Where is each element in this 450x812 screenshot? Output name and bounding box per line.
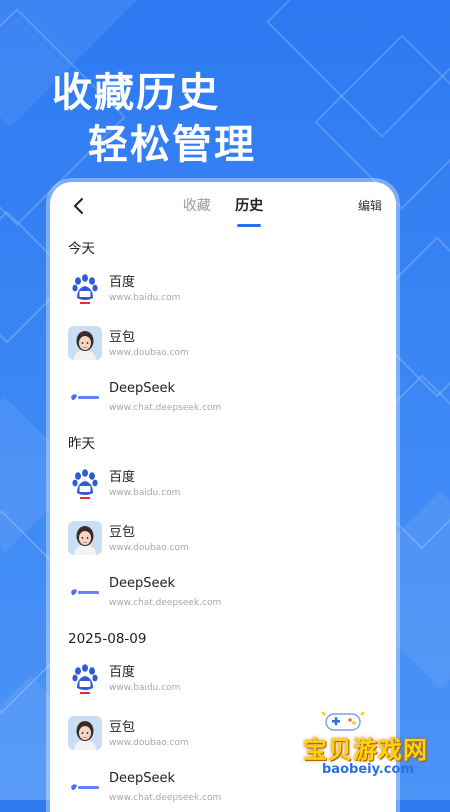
item-name: DeepSeek <box>109 381 176 396</box>
doubao-avatar-icon <box>68 521 102 555</box>
deepseek-logo-icon <box>68 381 102 415</box>
tab-favorites[interactable]: 收藏 <box>183 195 211 215</box>
item-url: www.doubao.com <box>109 543 189 553</box>
baidu-paw-icon <box>68 466 102 500</box>
item-name: 豆包 <box>109 525 136 540</box>
history-item[interactable]: 豆包 www.doubao.com <box>50 510 396 565</box>
section-title: 昨天 <box>68 436 95 452</box>
item-name: DeepSeek <box>109 576 176 591</box>
edit-button[interactable]: 编辑 <box>358 197 382 214</box>
item-name: 百度 <box>109 470 136 485</box>
headline: 收藏历史 轻松管理 <box>52 70 256 168</box>
item-name: 百度 <box>109 275 136 290</box>
history-item[interactable]: DeepSeek www.chat.deepseek.com <box>50 370 396 425</box>
item-url: www.baidu.com <box>109 683 181 693</box>
item-url: www.chat.deepseek.com <box>109 793 222 803</box>
item-url: www.baidu.com <box>109 293 181 303</box>
watermark: 宝贝游戏网 baobeiy.com <box>286 711 436 778</box>
headline-line-2: 轻松管理 <box>88 122 256 168</box>
item-url: www.chat.deepseek.com <box>109 598 222 608</box>
doubao-avatar-icon <box>68 716 102 750</box>
item-name: 豆包 <box>109 330 136 345</box>
watermark-title: 宝贝游戏网 <box>303 736 428 764</box>
item-url: www.doubao.com <box>109 348 189 358</box>
tabs: 收藏 历史 <box>50 195 396 227</box>
tab-history[interactable]: 历史 <box>235 195 263 227</box>
item-url: www.chat.deepseek.com <box>109 403 222 413</box>
item-url: www.baidu.com <box>109 488 181 498</box>
item-url: www.doubao.com <box>109 738 189 748</box>
watermark-url: baobeiy.com <box>322 762 414 777</box>
deepseek-logo-icon <box>68 576 102 610</box>
doubao-avatar-icon <box>68 326 102 360</box>
history-item[interactable]: 豆包 www.doubao.com <box>50 315 396 370</box>
top-bar: 收藏 历史 编辑 <box>50 182 396 230</box>
section-title: 2025-08-09 <box>68 631 147 647</box>
baidu-paw-icon <box>68 661 102 695</box>
headline-line-1: 收藏历史 <box>52 70 220 116</box>
history-item[interactable]: 百度 www.baidu.com <box>50 650 396 705</box>
section-title: 今天 <box>68 241 95 257</box>
history-item[interactable]: DeepSeek www.chat.deepseek.com <box>50 565 396 620</box>
item-name: 百度 <box>109 665 136 680</box>
item-name: DeepSeek <box>109 771 176 786</box>
history-item[interactable]: 百度 www.baidu.com <box>50 260 396 315</box>
history-item[interactable]: 百度 www.baidu.com <box>50 455 396 510</box>
item-name: 豆包 <box>109 720 136 735</box>
baidu-paw-icon <box>68 271 102 305</box>
